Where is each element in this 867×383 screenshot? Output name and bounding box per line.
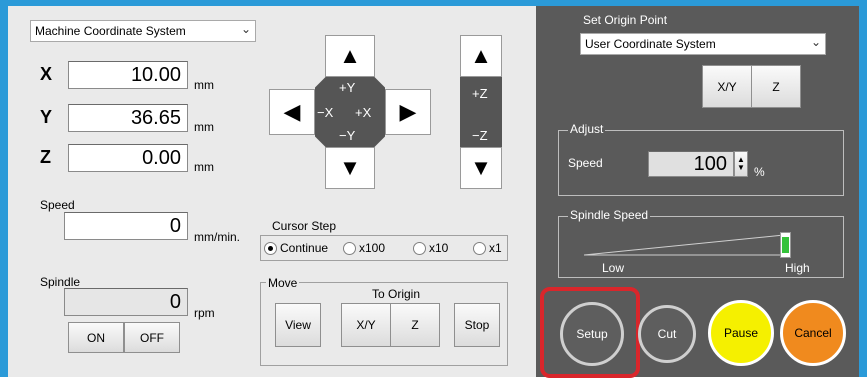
speed-unit: mm/min. bbox=[194, 230, 240, 244]
move-view-button[interactable]: View bbox=[275, 303, 321, 347]
x-unit: mm bbox=[194, 78, 214, 92]
spindle-speed-title: Spindle Speed bbox=[568, 208, 651, 222]
chevron-down-icon: ⌄ bbox=[810, 35, 821, 49]
cursor-step-x100-radio[interactable]: x100 bbox=[343, 241, 385, 255]
arrow-up-icon: ▲ bbox=[470, 43, 492, 68]
move-xy-origin-button[interactable]: X/Y bbox=[341, 303, 391, 347]
y-position-field[interactable]: 36.65 bbox=[68, 104, 188, 132]
z-position-field[interactable]: 0.00 bbox=[68, 144, 188, 172]
coordinate-system-value: Machine Coordinate System bbox=[35, 24, 186, 38]
z-unit: mm bbox=[194, 160, 214, 174]
jog-plus-z-text: +Z bbox=[472, 86, 488, 101]
left-panel: Machine Coordinate System ⌄ X 10.00 mm Y… bbox=[8, 6, 536, 377]
jog-plus-z-button[interactable]: ▲ bbox=[460, 35, 502, 77]
cursor-step-x1-label: x1 bbox=[489, 241, 502, 255]
cursor-step-x10-label: x10 bbox=[429, 241, 449, 255]
arrow-left-icon: ◀ bbox=[283, 99, 301, 124]
spindle-unit: rpm bbox=[194, 306, 215, 320]
x-axis-label: X bbox=[40, 64, 53, 84]
move-title: Move bbox=[266, 276, 300, 290]
coordinate-system-dropdown[interactable]: Machine Coordinate System ⌄ bbox=[30, 20, 256, 42]
origin-coordinate-value: User Coordinate System bbox=[585, 37, 716, 51]
chevron-down-icon: ⌄ bbox=[240, 22, 251, 36]
spindle-speed-slider-thumb[interactable] bbox=[780, 232, 791, 258]
jog-minus-z-button[interactable]: ▼ bbox=[460, 147, 502, 189]
spindle-low-label: Low bbox=[602, 261, 625, 275]
cancel-button[interactable]: Cancel bbox=[780, 300, 846, 366]
z-axis-label: Z bbox=[40, 147, 51, 167]
pause-button[interactable]: Pause bbox=[708, 300, 774, 366]
set-origin-title: Set Origin Point bbox=[583, 13, 668, 27]
to-origin-label: To Origin bbox=[372, 287, 421, 301]
speed-label: Speed bbox=[40, 198, 75, 212]
cursor-step-x100-label: x100 bbox=[359, 241, 386, 255]
move-z-origin-button[interactable]: Z bbox=[390, 303, 440, 347]
spindle-off-button[interactable]: OFF bbox=[124, 322, 180, 353]
arrow-up-icon: ▲ bbox=[339, 43, 361, 68]
spindle-rpm-field: 0 bbox=[64, 288, 188, 316]
spindle-on-button[interactable]: ON bbox=[68, 322, 124, 353]
jog-minus-x-text: −X bbox=[317, 105, 334, 120]
cut-button[interactable]: Cut bbox=[638, 305, 696, 363]
y-unit: mm bbox=[194, 120, 214, 134]
pause-label: Pause bbox=[723, 326, 759, 340]
jog-plus-y-button[interactable]: ▲ bbox=[325, 35, 375, 77]
y-axis-label: Y bbox=[40, 107, 53, 127]
adjust-title: Adjust bbox=[568, 122, 606, 136]
set-origin-xy-button[interactable]: X/Y bbox=[702, 65, 752, 108]
arrow-right-icon: ▶ bbox=[399, 99, 417, 124]
cancel-label: Cancel bbox=[794, 326, 832, 340]
radio-icon bbox=[473, 241, 486, 255]
jog-plus-x-button[interactable]: ▶ bbox=[385, 89, 431, 135]
arrow-down-icon: ▼ bbox=[339, 155, 361, 180]
spin-down-icon: ▼ bbox=[737, 163, 745, 172]
cursor-step-continue-label: Continue bbox=[280, 241, 329, 255]
arrow-down-icon: ▼ bbox=[470, 155, 492, 180]
cursor-step-x1-radio[interactable]: x1 bbox=[473, 241, 502, 255]
adjust-speed-spinner[interactable]: ▲ ▼ bbox=[734, 151, 748, 177]
spindle-high-label: High bbox=[785, 261, 810, 275]
adjust-speed-field[interactable]: 100 bbox=[648, 151, 734, 177]
right-panel: Set Origin Point User Coordinate System … bbox=[536, 6, 859, 378]
spindle-speed-ramp bbox=[584, 234, 784, 256]
radio-icon bbox=[413, 241, 426, 255]
adjust-speed-label: Speed bbox=[568, 156, 603, 170]
jog-plus-x-text: +X bbox=[355, 105, 372, 120]
cursor-step-continue-radio[interactable]: Continue bbox=[264, 241, 328, 255]
jog-minus-y-text: −Y bbox=[339, 128, 356, 143]
x-position-field[interactable]: 10.00 bbox=[68, 61, 188, 89]
setup-button[interactable]: Setup bbox=[560, 302, 624, 366]
jog-minus-z-text: −Z bbox=[472, 128, 488, 143]
radio-icon bbox=[343, 241, 356, 255]
bottom-strip bbox=[0, 377, 867, 383]
slider-green-indicator bbox=[782, 237, 789, 253]
jog-plus-y-text: +Y bbox=[339, 80, 356, 95]
jog-minus-x-button[interactable]: ◀ bbox=[269, 89, 315, 135]
move-stop-button[interactable]: Stop bbox=[454, 303, 500, 347]
cursor-step-x10-radio[interactable]: x10 bbox=[413, 241, 448, 255]
cursor-step-title: Cursor Step bbox=[272, 219, 337, 233]
set-origin-z-button[interactable]: Z bbox=[751, 65, 801, 108]
adjust-speed-unit: % bbox=[754, 165, 765, 179]
origin-coordinate-dropdown[interactable]: User Coordinate System ⌄ bbox=[580, 33, 826, 55]
jog-minus-y-button[interactable]: ▼ bbox=[325, 147, 375, 189]
speed-field: 0 bbox=[64, 212, 188, 240]
setup-label: Setup bbox=[576, 327, 608, 341]
radio-selected-icon bbox=[264, 241, 277, 255]
spindle-label: Spindle bbox=[40, 275, 81, 289]
cut-label: Cut bbox=[657, 327, 677, 341]
